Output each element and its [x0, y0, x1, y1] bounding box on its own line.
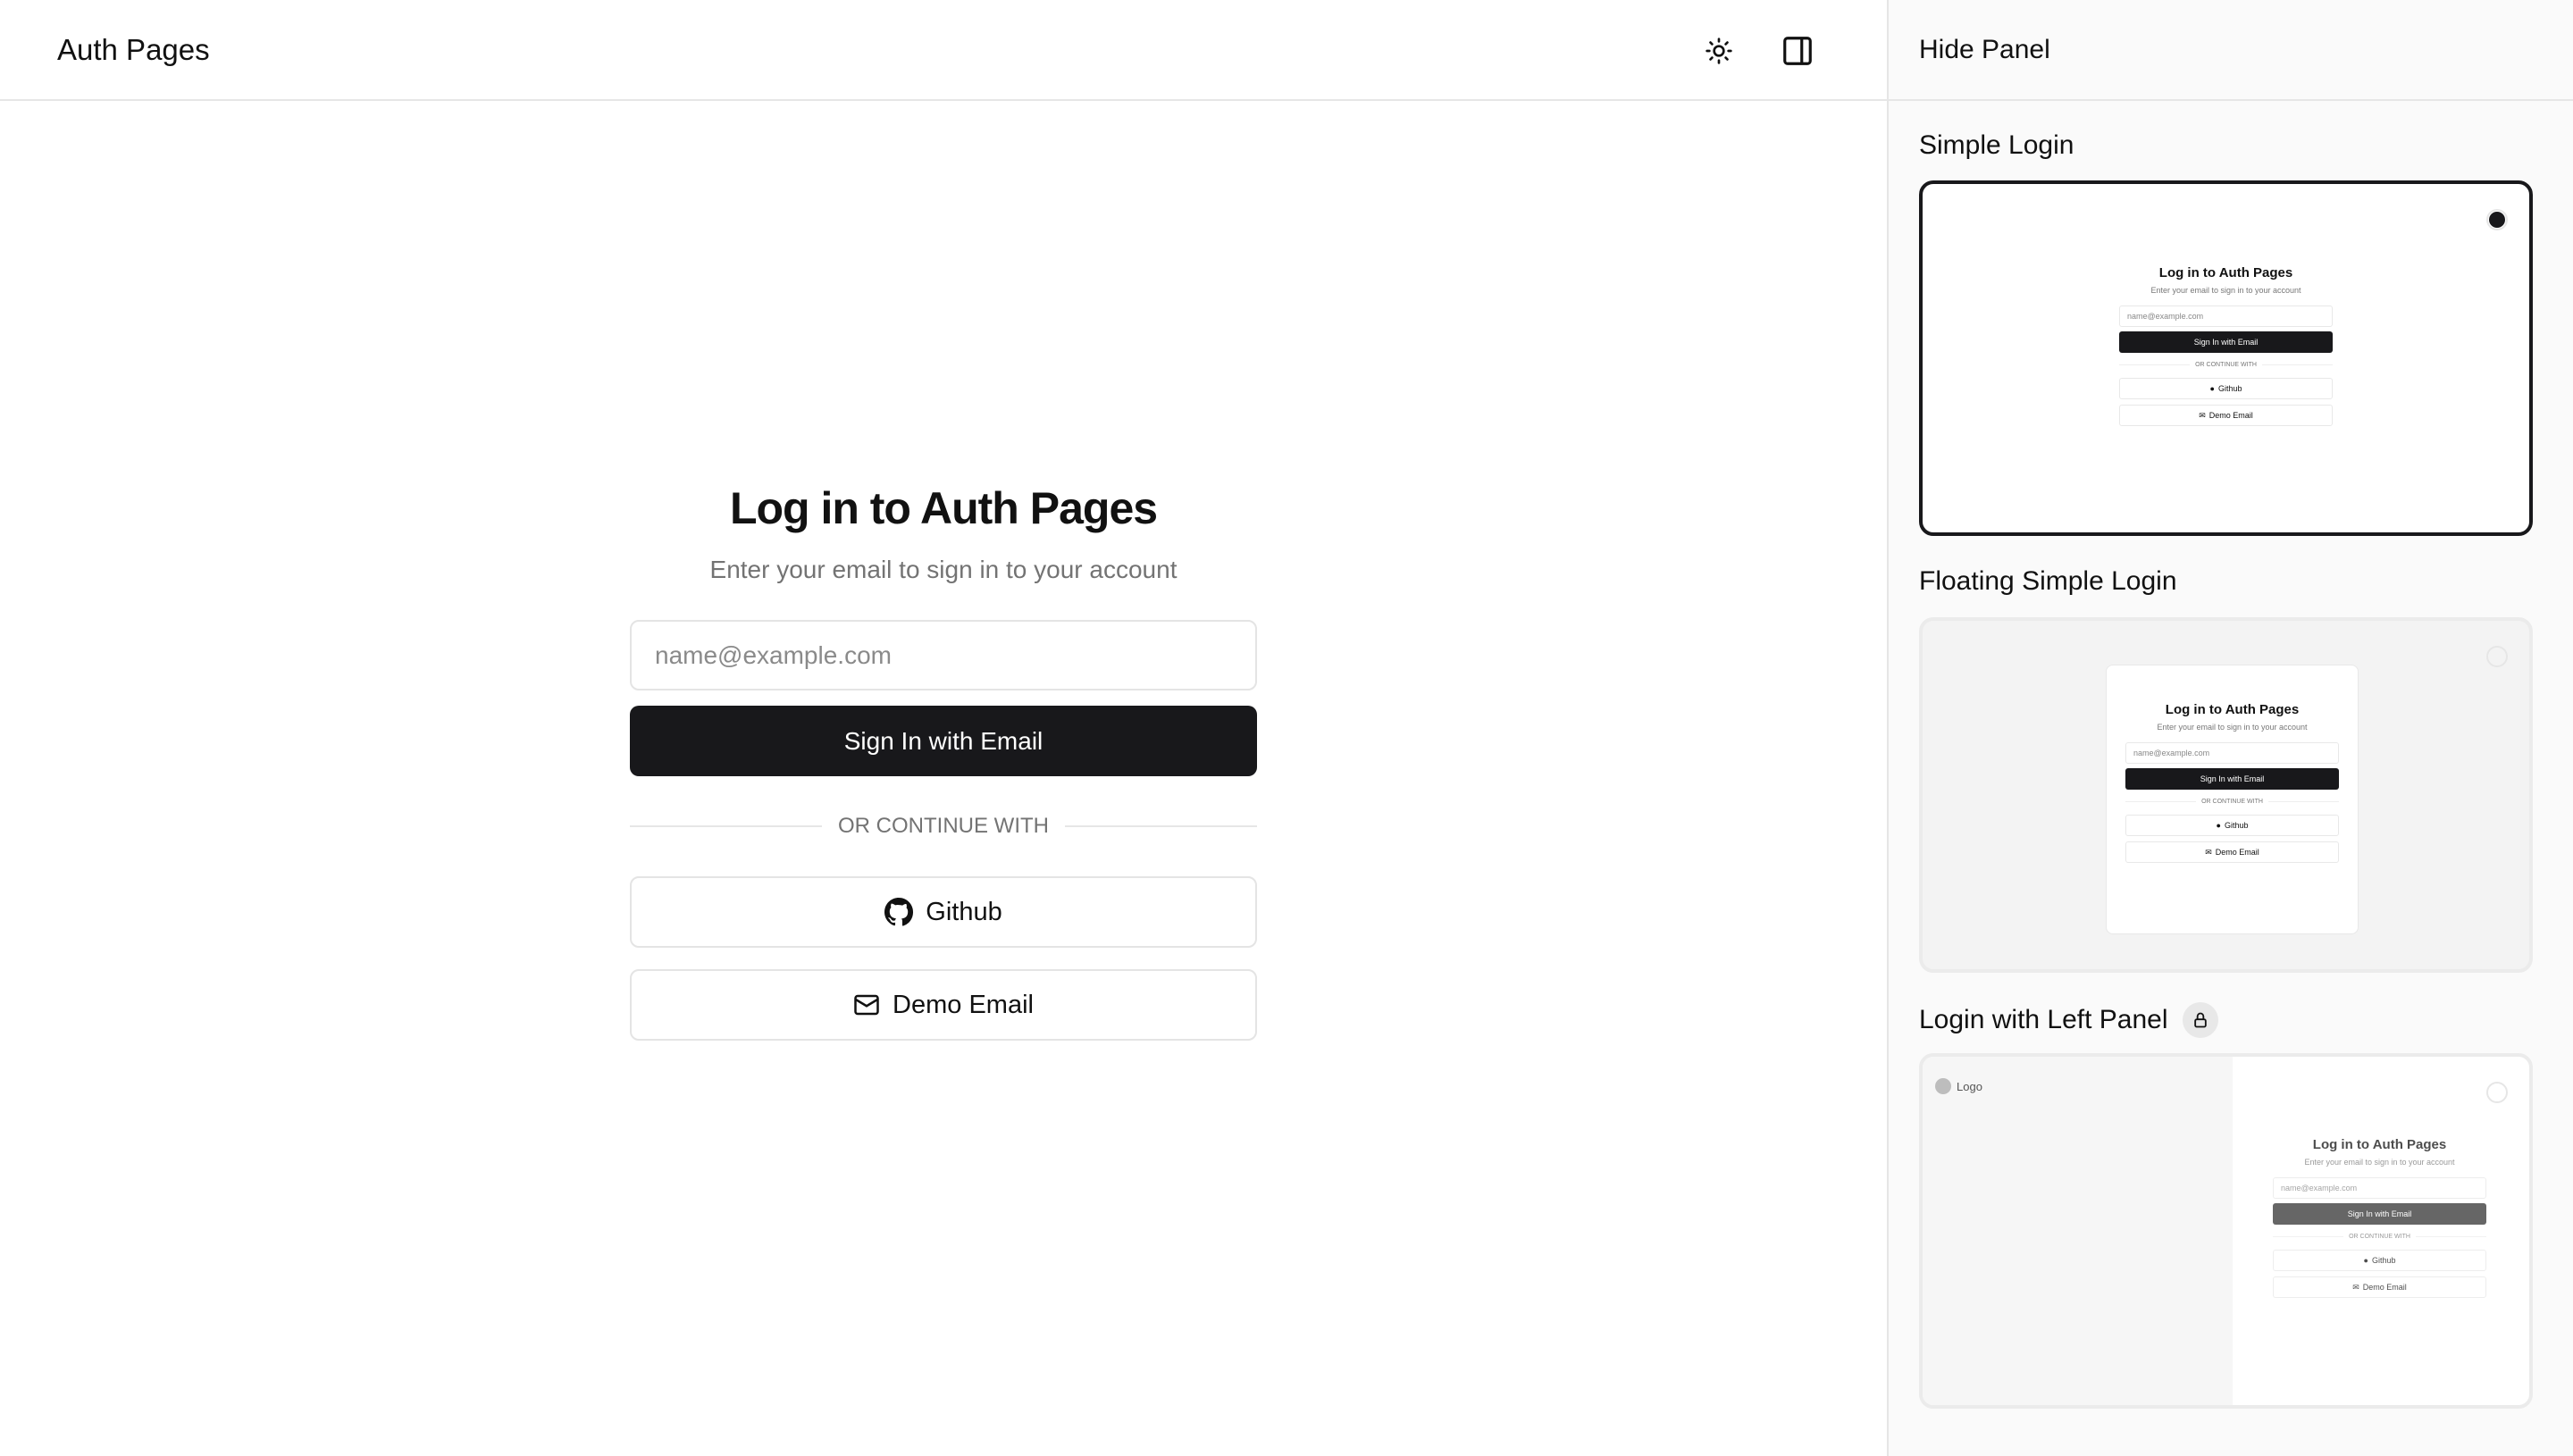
preview-left-panel: Logo: [1923, 1057, 2233, 1405]
github-button[interactable]: Github: [630, 876, 1257, 948]
logo-label: Logo: [1957, 1079, 1982, 1093]
sign-in-button[interactable]: Sign In with Email: [630, 706, 1257, 776]
preview-form: Log in to Auth Pages Enter your email to…: [2125, 702, 2340, 863]
preview-floating-card: Log in to Auth Pages Enter your email to…: [2106, 665, 2359, 934]
preview-form: Log in to Auth Pages Enter your email to…: [2119, 265, 2334, 426]
app-header: Auth Pages: [0, 0, 1887, 101]
template-label: Simple Login: [1919, 130, 2074, 160]
email-input[interactable]: [630, 620, 1257, 690]
preview-github: ● Github: [2125, 815, 2339, 836]
preview-divider: OR CONTINUE WITH: [2273, 1234, 2487, 1240]
preview-divider-text: OR CONTINUE WITH: [2195, 362, 2257, 368]
preview-demo: ✉ Demo Email: [2273, 1276, 2486, 1298]
preview-demo: ✉ Demo Email: [2119, 405, 2333, 426]
preview-divider-text: OR CONTINUE WITH: [2201, 799, 2263, 805]
preview-input: name@example.com: [2273, 1177, 2486, 1199]
preview-divider-text: OR CONTINUE WITH: [2349, 1234, 2410, 1240]
demo-email-button[interactable]: Demo Email: [630, 969, 1257, 1041]
template-card-left-panel-login[interactable]: Logo Log in to Auth Pages Enter your ema…: [1919, 1053, 2533, 1409]
preview-input: name@example.com: [2119, 305, 2333, 327]
preview-form: Log in to Auth Pages Enter your email to…: [2273, 1137, 2487, 1298]
demo-email-label: Demo Email: [893, 990, 1034, 1019]
preview-subtitle: Enter your email to sign in to your acco…: [2157, 723, 2308, 732]
form-title: Log in to Auth Pages: [729, 483, 1158, 533]
preview-demo-label: Demo Email: [2362, 1283, 2407, 1292]
preview-divider: OR CONTINUE WITH: [2125, 799, 2340, 805]
template-label: Floating Simple Login: [1919, 566, 2177, 596]
main-area: Auth Pages Log in to Auth Pages Enter yo…: [0, 0, 1887, 1456]
logo-icon: [1935, 1078, 1951, 1094]
template-card-simple-login[interactable]: Log in to Auth Pages Enter your email to…: [1919, 180, 2533, 536]
divider: OR CONTINUE WITH: [630, 814, 1258, 839]
preview-input: name@example.com: [2125, 742, 2339, 764]
github-label: Github: [926, 897, 1002, 926]
login-form: Log in to Auth Pages Enter your email to…: [630, 482, 1258, 1041]
preview-github: ● Github: [2119, 378, 2333, 399]
sidebar-toggle-icon[interactable]: [1779, 32, 1816, 70]
preview-demo-label: Demo Email: [2208, 411, 2253, 420]
preview-subtitle: Enter your email to sign in to your acco…: [2150, 286, 2301, 295]
preview-divider: OR CONTINUE WITH: [2119, 362, 2334, 368]
divider-text: OR CONTINUE WITH: [838, 814, 1049, 838]
templates-panel: Hide Panel Simple Login Log in to Auth P…: [1887, 0, 2573, 1456]
preview-button: Sign In with Email: [2273, 1203, 2486, 1225]
preview-title: Log in to Auth Pages: [2165, 702, 2300, 717]
preview-github-label: Github: [2224, 821, 2249, 830]
template-card-floating-login[interactable]: Log in to Auth Pages Enter your email to…: [1919, 617, 2533, 973]
preview-demo: ✉ Demo Email: [2125, 841, 2339, 863]
template-label-row: Login with Left Panel: [1919, 1002, 2218, 1038]
preview-title: Log in to Auth Pages: [2158, 265, 2293, 280]
template-label: Login with Left Panel: [1919, 1005, 2168, 1034]
preview-github-label: Github: [2371, 1256, 2396, 1265]
sun-icon[interactable]: [1700, 32, 1738, 70]
radio-unselected[interactable]: [2486, 646, 2508, 667]
mail-icon: [854, 994, 879, 1016]
preview-demo-label: Demo Email: [2215, 848, 2259, 857]
preview-button: Sign In with Email: [2119, 331, 2333, 353]
radio-unselected[interactable]: [2486, 1082, 2508, 1103]
form-subtitle: Enter your email to sign in to your acco…: [709, 556, 1178, 583]
preview-subtitle: Enter your email to sign in to your acco…: [2304, 1158, 2455, 1167]
preview-title: Log in to Auth Pages: [2312, 1137, 2447, 1152]
preview-github-label: Github: [2217, 384, 2242, 393]
lock-icon: [2182, 1002, 2218, 1038]
preview-github: ● Github: [2273, 1250, 2486, 1271]
radio-selected[interactable]: [2486, 209, 2508, 230]
hide-panel-button[interactable]: Hide Panel: [1889, 0, 2573, 101]
preview-button: Sign In with Email: [2125, 768, 2339, 790]
github-icon: [884, 898, 914, 926]
app-title: Auth Pages: [57, 32, 210, 66]
